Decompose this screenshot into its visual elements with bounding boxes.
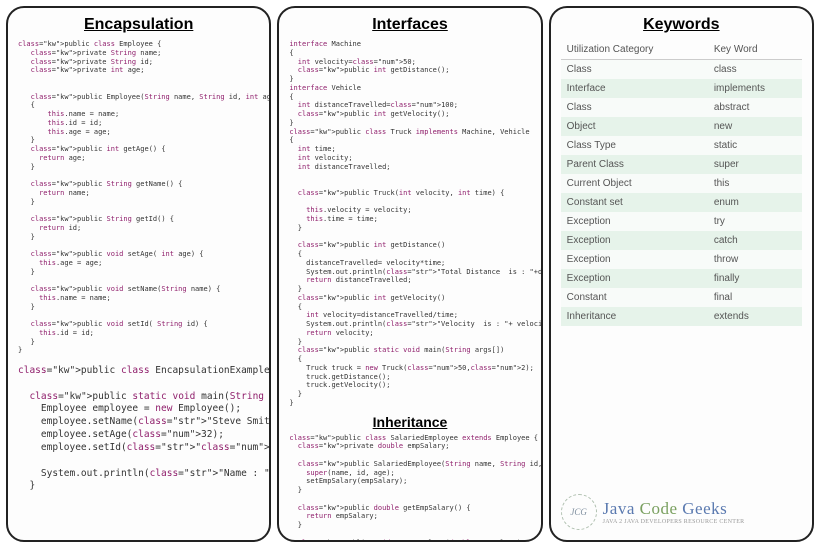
panel-interfaces: Interfaces interface Machine { int veloc… <box>277 6 542 542</box>
inheritance-code: class="kw">public class SalariedEmployee… <box>289 434 530 543</box>
table-row: Exceptioncatch <box>561 231 802 250</box>
table-row: Exceptionthrow <box>561 250 802 269</box>
cell-category: Object <box>561 117 708 136</box>
logo-badge-icon: JCG <box>561 494 597 530</box>
table-row: Interfaceimplements <box>561 79 802 98</box>
logo-text: Java Code Geeks JAVA 2 JAVA DEVELOPERS R… <box>603 499 745 525</box>
cell-keyword: static <box>708 136 802 155</box>
cell-category: Parent Class <box>561 155 708 174</box>
keywords-title: Keywords <box>561 16 802 34</box>
cell-keyword: catch <box>708 231 802 250</box>
cell-category: Class <box>561 98 708 117</box>
panel-keywords: Keywords Utilization Category Key Word C… <box>549 6 814 542</box>
table-row: Exceptiontry <box>561 212 802 231</box>
cell-keyword: enum <box>708 193 802 212</box>
cell-keyword: super <box>708 155 802 174</box>
table-row: Constantfinal <box>561 288 802 307</box>
table-row: Objectnew <box>561 117 802 136</box>
interfaces-title: Interfaces <box>289 16 530 34</box>
cell-keyword: finally <box>708 269 802 288</box>
encapsulation-code-1: class="kw">public class Employee { class… <box>18 40 259 355</box>
cell-keyword: abstract <box>708 98 802 117</box>
cell-keyword: new <box>708 117 802 136</box>
logo-subtitle: JAVA 2 JAVA DEVELOPERS RESOURCE CENTER <box>603 519 745 525</box>
logo: JCG Java Code Geeks JAVA 2 JAVA DEVELOPE… <box>561 494 802 530</box>
table-row: Classabstract <box>561 98 802 117</box>
encapsulation-code-2: class="kw">public class EncapsulationExa… <box>18 365 259 493</box>
cell-category: Constant <box>561 288 708 307</box>
table-row: Class Typestatic <box>561 136 802 155</box>
cell-keyword: this <box>708 174 802 193</box>
table-row: Inheritanceextends <box>561 307 802 326</box>
cell-category: Class <box>561 60 708 80</box>
cell-category: Class Type <box>561 136 708 155</box>
keywords-header-category: Utilization Category <box>561 40 708 60</box>
interfaces-code: interface Machine { int velocity=class="… <box>289 40 530 408</box>
cell-category: Exception <box>561 231 708 250</box>
table-row: Constant setenum <box>561 193 802 212</box>
cell-category: Constant set <box>561 193 708 212</box>
cell-keyword: extends <box>708 307 802 326</box>
cell-category: Current Object <box>561 174 708 193</box>
table-row: Exceptionfinally <box>561 269 802 288</box>
keywords-table: Utilization Category Key Word Classclass… <box>561 40 802 326</box>
panel-encapsulation: Encapsulation class="kw">public class Em… <box>6 6 271 542</box>
logo-word-java: Java <box>603 499 640 518</box>
cell-category: Interface <box>561 79 708 98</box>
cell-keyword: class <box>708 60 802 80</box>
cell-keyword: try <box>708 212 802 231</box>
logo-word-geeks: Geeks <box>682 499 727 518</box>
logo-word-code: Code <box>640 499 683 518</box>
cell-keyword: throw <box>708 250 802 269</box>
cell-category: Inheritance <box>561 307 708 326</box>
cell-category: Exception <box>561 212 708 231</box>
cell-keyword: implements <box>708 79 802 98</box>
inheritance-title: Inheritance <box>289 414 530 430</box>
table-row: Parent Classsuper <box>561 155 802 174</box>
encapsulation-title: Encapsulation <box>18 16 259 34</box>
cell-category: Exception <box>561 269 708 288</box>
keywords-header-keyword: Key Word <box>708 40 802 60</box>
table-row: Classclass <box>561 60 802 80</box>
table-row: Current Objectthis <box>561 174 802 193</box>
cell-keyword: final <box>708 288 802 307</box>
cell-category: Exception <box>561 250 708 269</box>
